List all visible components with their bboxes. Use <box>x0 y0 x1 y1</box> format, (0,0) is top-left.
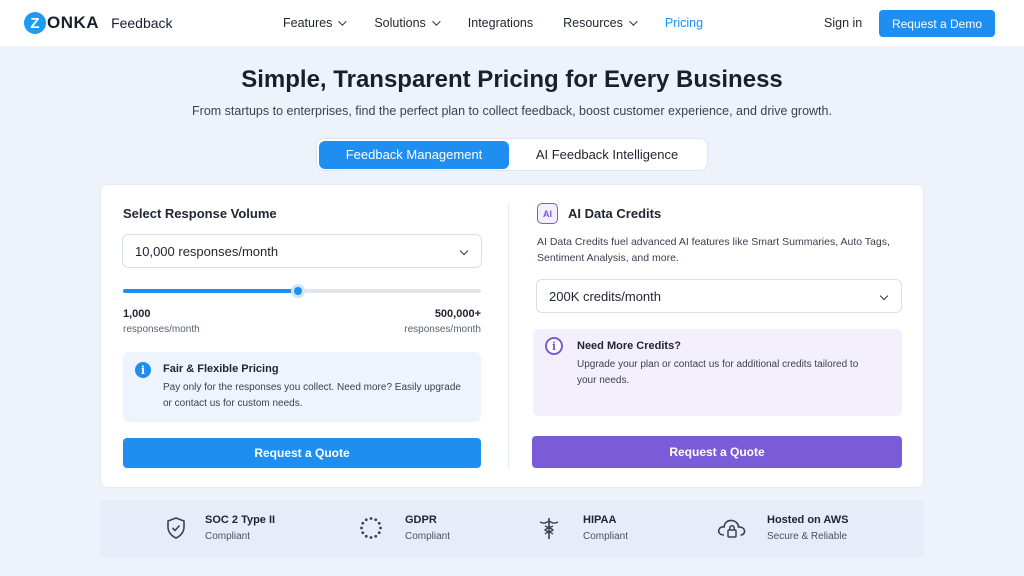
ai-credits-description: AI Data Credits fuel advanced AI feature… <box>537 236 890 264</box>
sign-in-link[interactable]: Sign in <box>824 16 862 30</box>
card-divider <box>508 204 509 468</box>
nav-integrations[interactable]: Integrations <box>468 16 533 30</box>
nav-integrations-label: Integrations <box>467 16 534 30</box>
page-title: Simple, Transparent Pricing for Every Bu… <box>241 66 783 93</box>
gdpr-star-dot <box>374 518 378 522</box>
gdpr-star-dot <box>361 531 365 535</box>
gdpr-star-dot <box>360 526 363 530</box>
compliance-title: Hosted on AWS <box>767 514 849 526</box>
request-quote-button-feedback[interactable]: Request a Quote <box>123 438 481 468</box>
request-quote-button-ai[interactable]: Request a Quote <box>532 436 902 468</box>
ai-icon: AI <box>537 203 558 224</box>
gdpr-star-dot <box>369 536 373 539</box>
compliance-subtitle: Compliant <box>405 531 451 542</box>
response-volume-select[interactable]: 10,000 responses/month <box>122 234 482 268</box>
caduceus-icon <box>539 518 559 539</box>
ai-credits-select[interactable]: 200K credits/month <box>536 279 902 313</box>
logo-product-name: Feedback <box>111 15 173 31</box>
gdpr-star-dot <box>374 534 378 538</box>
shield-check-icon <box>167 517 185 539</box>
gdpr-star-dot <box>364 534 368 538</box>
response-volume-value: 10,000 responses/month <box>135 243 279 259</box>
compliance-aws: Hosted on AWS Secure & Reliable <box>716 512 866 546</box>
main-nav: Features Solutions Integrations Resource… <box>283 0 733 46</box>
tab-feedback-management[interactable]: Feedback Management <box>319 140 509 169</box>
ai-credits-value: 200K credits/month <box>549 288 662 304</box>
compliance-title: GDPR <box>405 514 437 526</box>
compliance-subtitle: Secure & Reliable <box>767 531 848 542</box>
chevron-down-icon <box>629 17 638 26</box>
request-demo-button[interactable]: Request a Demo <box>879 10 995 37</box>
logo-wordmark: ONKA <box>47 13 100 32</box>
nav-resources[interactable]: Resources <box>563 16 638 30</box>
fair-pricing-info-box: i Fair & Flexible Pricing Pay only for t… <box>123 352 481 422</box>
slider-max-unit: responses/month <box>404 324 481 335</box>
compliance-soc2: SOC 2 Type II Compliant <box>163 512 293 546</box>
chevron-down-icon <box>338 17 348 26</box>
slider-min-value: 1,000 <box>123 308 151 320</box>
chevron-down-icon <box>459 246 469 256</box>
gdpr-star-dot <box>369 517 373 520</box>
compliance-subtitle: Compliant <box>205 531 251 542</box>
slider-max-value: 500,000+ <box>434 308 481 320</box>
page-subtitle: From startups to enterprises, find the p… <box>192 104 832 118</box>
slider-min-unit: responses/month <box>123 324 200 335</box>
zonka-logo[interactable]: Z ONKA Feedback <box>24 11 173 35</box>
gdpr-star-dot <box>361 521 365 525</box>
nav-solutions[interactable]: Solutions <box>374 16 441 30</box>
credits-box-text: Upgrade your plan or contact us for addi… <box>577 359 859 386</box>
need-more-credits-box: i Need More Credits? Upgrade your plan o… <box>533 329 902 416</box>
gdpr-star-dot <box>377 531 381 535</box>
compliance-title: SOC 2 Type II <box>205 514 276 526</box>
nav-solutions-label: Solutions <box>374 16 426 30</box>
logo-mark: Z <box>24 12 46 34</box>
info-icon: i <box>135 362 151 378</box>
nav-features[interactable]: Features <box>283 16 348 30</box>
info-text: Pay only for the responses you collect. … <box>163 382 461 409</box>
response-volume-label: Select Response Volume <box>123 206 277 221</box>
pricing-tabs: Feedback Management AI Feedback Intellig… <box>316 138 708 171</box>
compliance-title: HIPAA <box>583 514 617 526</box>
response-volume-slider[interactable] <box>123 284 481 298</box>
gdpr-star-dot <box>379 526 382 530</box>
info-title: Fair & Flexible Pricing <box>163 363 279 375</box>
credits-box-title: Need More Credits? <box>577 340 681 352</box>
chevron-down-icon <box>879 291 889 301</box>
nav-features-label: Features <box>283 16 333 30</box>
slider-fill <box>123 289 299 293</box>
compliance-hipaa: HIPAA Compliant <box>536 512 656 546</box>
nav-resources-label: Resources <box>563 16 623 30</box>
chevron-down-icon <box>431 17 441 26</box>
cloud-lock-icon <box>717 519 746 538</box>
ai-credits-label: AI Data Credits <box>568 206 662 221</box>
nav-pricing-label: Pricing <box>664 16 704 30</box>
compliance-gdpr: GDPR Compliant <box>358 512 478 546</box>
gdpr-star-dot <box>364 518 368 522</box>
info-icon: i <box>545 337 563 355</box>
tab-ai-feedback-intelligence[interactable]: AI Feedback Intelligence <box>509 141 705 169</box>
gdpr-star-dot <box>377 521 381 525</box>
eu-stars-icon <box>360 517 382 539</box>
nav-pricing[interactable]: Pricing <box>665 16 703 30</box>
compliance-subtitle: Compliant <box>583 531 629 542</box>
top-header: Z ONKA Feedback Features Solutions Integ… <box>0 0 1024 46</box>
